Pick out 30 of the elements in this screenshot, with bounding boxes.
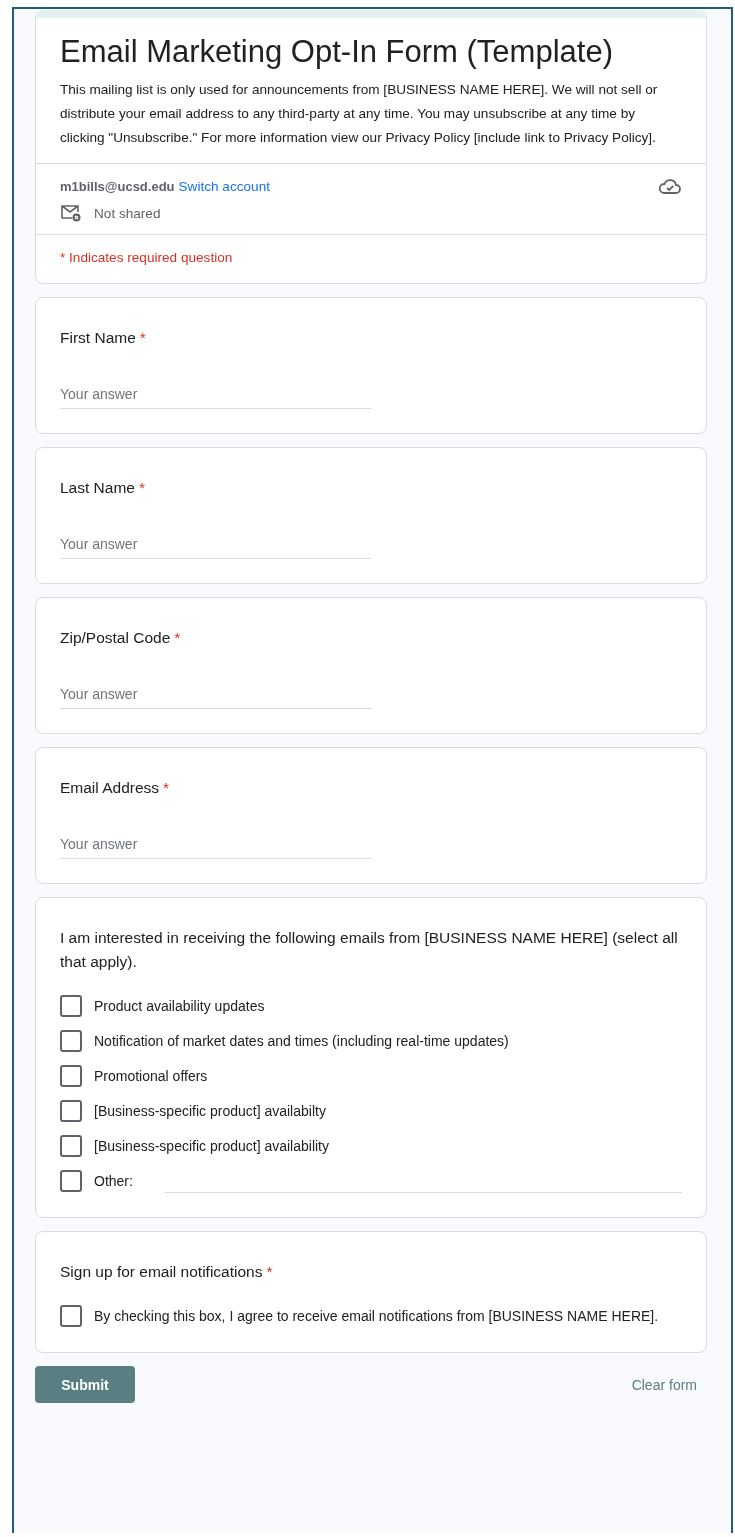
checkbox[interactable] xyxy=(60,1030,82,1052)
question-label: Zip/Postal Code * xyxy=(60,628,182,648)
option-label: By checking this box, I agree to receive email notifications from [BUSINESS NAME HERE]. xyxy=(94,1307,659,1326)
mail-blocked-icon xyxy=(60,204,82,222)
option-label: Promotional offers xyxy=(94,1067,208,1086)
checkbox[interactable] xyxy=(60,1305,82,1327)
question-label: First Name * xyxy=(60,328,147,348)
switch-account-link[interactable]: Switch account xyxy=(178,179,270,194)
question-label: Sign up for email notifications * xyxy=(60,1262,274,1282)
account-email: m1bills@ucsd.edu xyxy=(60,179,175,194)
checkbox[interactable] xyxy=(60,1100,82,1122)
question-label: I am interested in receiving the following emails from [BUSINESS NAME HERE] (select all that apply). xyxy=(60,928,679,972)
question-label: Last Name * xyxy=(60,478,146,498)
checkbox[interactable] xyxy=(60,995,82,1017)
checkbox[interactable] xyxy=(60,1065,82,1087)
sharing-status: Not shared xyxy=(94,205,161,221)
option-label: Product availability updates xyxy=(94,997,265,1016)
required-note: * Indicates required question xyxy=(60,250,233,265)
submit-button[interactable]: Submit xyxy=(35,1366,135,1403)
checkbox[interactable] xyxy=(60,1135,82,1157)
option-label: Other: xyxy=(94,1172,133,1191)
question-label: Email Address * xyxy=(60,778,171,798)
cloud-check-icon xyxy=(658,176,682,196)
form-title: Email Marketing Opt-In Form (Template) xyxy=(60,33,614,71)
checkbox[interactable] xyxy=(60,1170,82,1192)
option-label: [Business-specific product] availability xyxy=(94,1137,329,1156)
clear-form-button[interactable]: Clear form xyxy=(621,1368,707,1401)
option-label: [Business-specific product] availabilty xyxy=(94,1102,326,1121)
form-description: This mailing list is only used for announcements from [BUSINESS NAME HERE]. We will not sell or distribute your email address to any third-party at any time. You may unsubscribe at any time by clicking "Unsubscribe." For more information view our Privacy Policy [include link to Privacy Policy]. xyxy=(60,81,659,147)
option-label: Notification of market dates and times (including real-time updates) xyxy=(94,1032,509,1051)
